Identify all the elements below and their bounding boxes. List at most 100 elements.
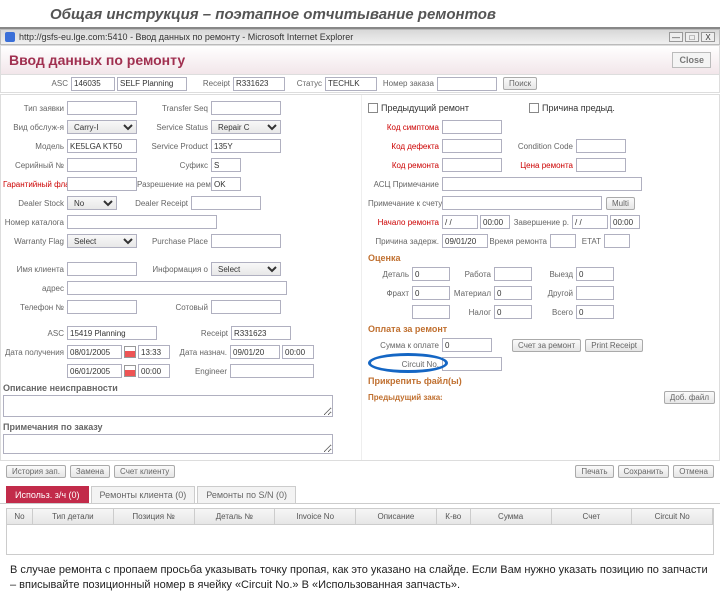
close-button[interactable]: Close [672, 52, 711, 68]
transfer-seq-input[interactable] [211, 101, 281, 115]
serial-input[interactable] [67, 158, 137, 172]
orderno-label: Номер заказа [377, 79, 437, 88]
repair-end-time[interactable] [610, 215, 640, 229]
receive-date-input[interactable] [67, 345, 122, 359]
info-select[interactable]: Select [211, 262, 281, 276]
tab-sn-repairs[interactable]: Ремонты по S/N (0) [197, 486, 296, 503]
repair-code-input[interactable] [442, 158, 502, 172]
est-material-input[interactable] [494, 286, 532, 300]
client-name-label: Имя клиента [3, 265, 67, 274]
tab-used-parts[interactable]: Использ. з/ч (0) [6, 486, 89, 503]
multi-button[interactable]: Multi [606, 197, 635, 210]
suffix-input[interactable] [211, 158, 241, 172]
est-other-input[interactable] [576, 286, 614, 300]
col-account[interactable]: Счет [552, 509, 633, 524]
print-receipt-button[interactable]: Print Receipt [585, 339, 643, 352]
est-freight-input[interactable] [412, 286, 450, 300]
tab-client-repairs[interactable]: Ремонты клиента (0) [91, 486, 196, 503]
window-min-button[interactable]: — [669, 32, 683, 42]
purchase-place-input[interactable] [211, 234, 281, 248]
prev-repair-checkbox[interactable] [368, 103, 378, 113]
print-button[interactable]: Печать [575, 465, 613, 478]
request-type-input[interactable] [67, 101, 137, 115]
asc-name-input[interactable] [117, 77, 187, 91]
engineer-input[interactable] [230, 364, 314, 378]
col-part-type[interactable]: Тип детали [33, 509, 114, 524]
est-trip-input[interactable] [576, 267, 614, 281]
est-tax-input[interactable] [494, 305, 532, 319]
asc2-input[interactable] [67, 326, 157, 340]
est-total-input[interactable] [576, 305, 614, 319]
receipt-input[interactable] [233, 77, 285, 91]
mobile-input[interactable] [211, 300, 281, 314]
col-description[interactable]: Описание [356, 509, 437, 524]
assign-date-input[interactable] [230, 345, 280, 359]
repair-time-input[interactable] [550, 234, 576, 248]
catalog-no-input[interactable] [67, 215, 217, 229]
col-no[interactable]: No [7, 509, 33, 524]
asc-input[interactable] [71, 77, 115, 91]
calendar-icon[interactable] [124, 365, 136, 377]
model-input[interactable] [67, 139, 137, 153]
warranty-flag-input[interactable] [67, 177, 137, 191]
repair-price-input[interactable] [576, 158, 626, 172]
service-type-select[interactable]: Carry-I [67, 120, 137, 134]
condition-code-label: Condition Code [502, 142, 576, 151]
dealer-receipt-input[interactable] [191, 196, 261, 210]
est-labor-input[interactable] [494, 267, 532, 281]
service-status-select[interactable]: Repair C [211, 120, 281, 134]
col-part-no[interactable]: Деталь № [195, 509, 276, 524]
phone-input[interactable] [67, 300, 137, 314]
delay-date-input[interactable] [442, 234, 488, 248]
dealer-stock-select[interactable]: No [67, 196, 117, 210]
est-part-input[interactable] [412, 267, 450, 281]
order-notes-textarea[interactable] [3, 434, 333, 454]
receive-time-input[interactable] [138, 345, 170, 359]
col-qty[interactable]: К-во [437, 509, 471, 524]
repair-start-time[interactable] [480, 215, 510, 229]
receipt2-input[interactable] [231, 326, 291, 340]
save-button[interactable]: Сохранить [618, 465, 670, 478]
symptom-code-input[interactable] [442, 120, 502, 134]
cancel-button[interactable]: Отмена [673, 465, 714, 478]
circuit-no-input[interactable] [442, 357, 502, 371]
col-invoice-no[interactable]: Invoice No [275, 509, 356, 524]
invoice-note-input[interactable] [442, 196, 602, 210]
grid-body[interactable] [6, 525, 714, 555]
prev-order-heading: Предыдущий заказ [368, 393, 442, 402]
service-product-input[interactable] [211, 139, 281, 153]
wflag2-select[interactable]: Select [67, 234, 137, 248]
col-sum[interactable]: Сумма [471, 509, 552, 524]
window-max-button[interactable]: □ [685, 32, 699, 42]
col-position-no[interactable]: Позиция № [114, 509, 195, 524]
prev-reason-checkbox[interactable] [529, 103, 539, 113]
repair-end-date[interactable] [572, 215, 608, 229]
status-input[interactable] [325, 77, 377, 91]
payment-heading: Оплата за ремонт [368, 324, 715, 334]
orderno-input[interactable] [437, 77, 497, 91]
repair-auth-input[interactable] [211, 177, 241, 191]
etat-input[interactable] [604, 234, 630, 248]
replace-button[interactable]: Замена [70, 465, 110, 478]
search-button[interactable]: Поиск [503, 77, 537, 90]
est-blank-input[interactable] [412, 305, 450, 319]
time3-input[interactable] [138, 364, 170, 378]
window-close-button[interactable]: X [701, 32, 715, 42]
date3-input[interactable] [67, 364, 122, 378]
defect-code-input[interactable] [442, 139, 502, 153]
assign-time-input[interactable] [282, 345, 314, 359]
add-file-button[interactable]: Доб. файл [664, 391, 715, 404]
fault-desc-textarea[interactable] [3, 395, 333, 417]
col-circuit-no[interactable]: Circuit No [632, 509, 713, 524]
amount-due-input[interactable] [442, 338, 492, 352]
calendar-icon[interactable] [124, 346, 136, 358]
repair-start-date[interactable] [442, 215, 478, 229]
condition-code-input[interactable] [576, 139, 626, 153]
asc-note-input[interactable] [442, 177, 642, 191]
client-name-input[interactable] [67, 262, 137, 276]
history-button[interactable]: История зап. [6, 465, 66, 478]
repair-invoice-button[interactable]: Счет за ремонт [512, 339, 581, 352]
slide-title: Общая инструкция – поэтапное отчитывание… [0, 0, 720, 29]
address-input[interactable] [67, 281, 287, 295]
client-invoice-button[interactable]: Счет клиенту [114, 465, 175, 478]
